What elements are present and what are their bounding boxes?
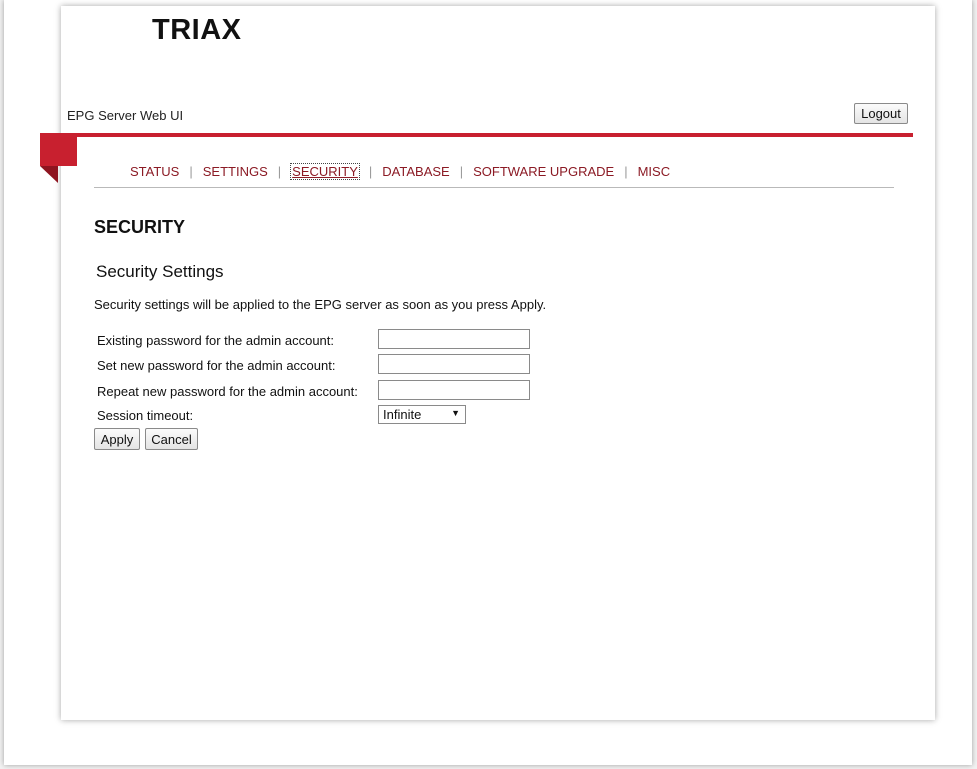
security-description: Security settings will be applied to the… (94, 297, 547, 312)
nav-software-upgrade[interactable]: SOFTWARE UPGRADE (473, 164, 614, 179)
nav-separator: | (624, 164, 628, 179)
nav-divider (94, 187, 894, 188)
logout-button[interactable]: Logout (854, 103, 908, 124)
repeat-password-label: Repeat new password for the admin accoun… (97, 384, 358, 399)
main-navigation: STATUS | SETTINGS | SECURITY | DATABASE | SOFTWA… (130, 163, 671, 180)
nav-status[interactable]: STATUS (130, 164, 179, 179)
nav-separator: | (189, 164, 193, 179)
session-timeout-select[interactable]: Infinite ▼ (378, 405, 466, 424)
session-timeout-value: Infinite (383, 407, 422, 422)
chevron-down-icon: ▼ (451, 408, 460, 418)
session-timeout-label: Session timeout: (97, 408, 194, 423)
section-title: Security Settings (96, 262, 224, 281)
apply-button[interactable]: Apply (94, 428, 140, 450)
nav-separator: | (459, 164, 464, 179)
page-heading: SECURITY (94, 217, 186, 237)
app-title: EPG Server Web UI (67, 108, 184, 123)
ribbon-decoration (40, 137, 77, 166)
triax-logo: TRIAX (152, 14, 242, 46)
nav-security[interactable]: SECURITY (290, 163, 360, 180)
header-red-rule (40, 133, 913, 137)
cancel-button[interactable]: Cancel (145, 428, 198, 450)
ribbon-fold-decoration (40, 166, 58, 183)
new-password-input[interactable] (378, 354, 530, 374)
nav-separator: | (277, 164, 282, 179)
new-password-label: Set new password for the admin account: (97, 358, 336, 373)
existing-password-label: Existing password for the admin account: (97, 333, 335, 348)
nav-misc[interactable]: MISC (638, 164, 671, 179)
repeat-password-input[interactable] (378, 380, 530, 400)
nav-settings[interactable]: SETTINGS (203, 164, 268, 179)
nav-database[interactable]: DATABASE (382, 164, 449, 179)
existing-password-input[interactable] (378, 329, 530, 349)
nav-separator: | (368, 164, 373, 179)
